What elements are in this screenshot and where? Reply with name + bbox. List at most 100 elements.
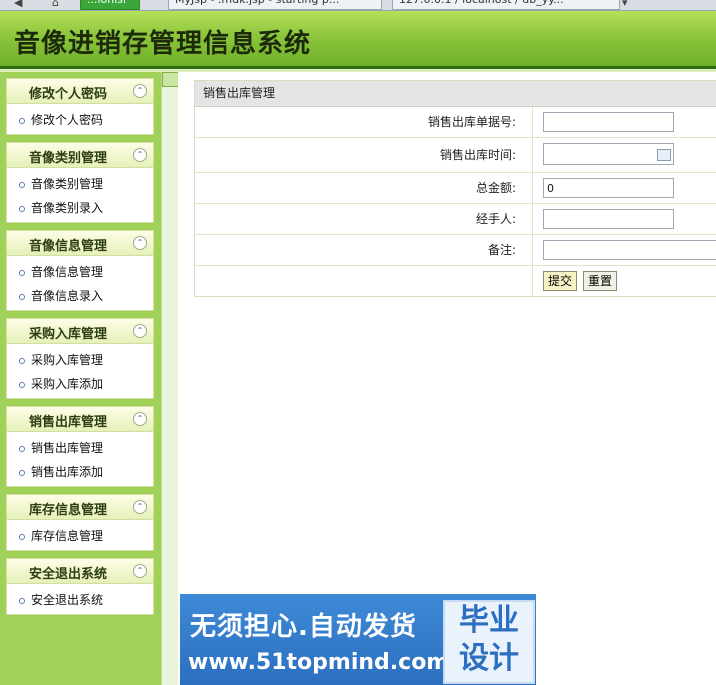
- sidebar-group-title: 音像信息管理: [28, 239, 107, 254]
- sidebar-item-label: 修改个人密码: [31, 113, 104, 127]
- bullet-icon: [19, 270, 25, 276]
- handler-input[interactable]: [543, 209, 674, 229]
- sidebar-item-media-manage[interactable]: 音像信息管理: [7, 260, 153, 284]
- collapse-icon[interactable]: ⌃: [133, 236, 147, 250]
- form-actions-row: 提交 重置: [195, 266, 716, 296]
- sidebar-item-purchase-add[interactable]: 采购入库添加: [7, 372, 153, 396]
- browser-tab[interactable]: MyJsp - .mdk.jsp - starting p...: [168, 0, 382, 10]
- total-amount-input[interactable]: [543, 178, 674, 198]
- sidebar-group-header[interactable]: 采购入库管理 ⌃: [6, 318, 154, 344]
- browser-tab-strip: ◀ ⌂ ...ionlsl MyJsp - .mdk.jsp - startin…: [0, 0, 716, 11]
- sidebar-group-stock: 库存信息管理 ⌃ 库存信息管理: [6, 494, 154, 551]
- sidebar-item-label: 库存信息管理: [31, 529, 104, 543]
- form-row: 总金额:: [195, 173, 716, 204]
- remark-input[interactable]: [543, 240, 716, 260]
- sidebar-item-sales-add[interactable]: 销售出库添加: [7, 460, 153, 484]
- collapse-icon[interactable]: ⌃: [133, 564, 147, 578]
- form-row: 经手人:: [195, 204, 716, 235]
- sidebar-group-password: 修改个人密码 ⌃ 修改个人密码: [6, 78, 154, 135]
- bullet-icon: [19, 470, 25, 476]
- sidebar-group-title: 销售出库管理: [28, 415, 107, 430]
- watermark-banner: 无须担心.自动发货 www.51topmind.com 毕业 设计: [180, 594, 536, 685]
- sidebar: 修改个人密码 ⌃ 修改个人密码 音像类别管理 ⌃ 音像类别管理 音像类别录入 音…: [0, 72, 161, 685]
- sidebar-splitter[interactable]: [161, 72, 179, 685]
- watermark-slogan: 无须担心.自动发货: [190, 612, 417, 642]
- sidebar-group-header[interactable]: 修改个人密码 ⌃: [6, 78, 154, 104]
- app-title: 音像进销存管理信息系统: [14, 29, 312, 59]
- sidebar-group-media-info: 音像信息管理 ⌃ 音像信息管理 音像信息录入: [6, 230, 154, 311]
- sidebar-item-label: 销售出库添加: [31, 465, 104, 479]
- sidebar-item-category-add[interactable]: 音像类别录入: [7, 196, 153, 220]
- collapse-icon[interactable]: ⌃: [133, 148, 147, 162]
- sidebar-item-purchase-manage[interactable]: 采购入库管理: [7, 348, 153, 372]
- sidebar-group-header[interactable]: 销售出库管理 ⌃: [6, 406, 154, 432]
- form-row: 备注:: [195, 235, 716, 266]
- actions-spacer: [195, 266, 533, 296]
- field-label: 销售出库单据号:: [195, 107, 533, 137]
- sales-form-panel: 销售出库管理 销售出库单据号: 销售出库时间: 总金额: 经手人:: [194, 80, 716, 297]
- sidebar-item-label: 采购入库添加: [31, 377, 104, 391]
- bullet-icon: [19, 534, 25, 540]
- reset-button[interactable]: 重置: [583, 271, 618, 291]
- sidebar-group-title: 音像类别管理: [28, 151, 107, 166]
- bullet-icon: [19, 118, 25, 124]
- field-label: 销售出库时间:: [195, 138, 533, 172]
- sidebar-item-label: 音像信息录入: [31, 289, 104, 303]
- sidebar-group-purchase: 采购入库管理 ⌃ 采购入库管理 采购入库添加: [6, 318, 154, 399]
- bullet-icon: [19, 358, 25, 364]
- field-label: 备注:: [195, 235, 533, 265]
- tab-list-icon[interactable]: ▾: [622, 0, 628, 9]
- sidebar-group-title: 修改个人密码: [28, 87, 107, 102]
- back-icon[interactable]: ◀: [14, 0, 22, 9]
- bullet-icon: [19, 598, 25, 604]
- watermark-badge: 毕业 设计: [443, 600, 535, 684]
- panel-title: 销售出库管理: [195, 81, 716, 107]
- form-row: 销售出库单据号:: [195, 107, 716, 138]
- sidebar-group-header[interactable]: 音像类别管理 ⌃: [6, 142, 154, 168]
- sidebar-group-title: 库存信息管理: [28, 503, 107, 518]
- field-label: 经手人:: [195, 204, 533, 234]
- form-row: 销售出库时间:: [195, 138, 716, 173]
- bullet-icon: [19, 446, 25, 452]
- sidebar-item-category-manage[interactable]: 音像类别管理: [7, 172, 153, 196]
- sidebar-group-header[interactable]: 库存信息管理 ⌃: [6, 494, 154, 520]
- watermark-badge-bottom: 设计: [459, 641, 519, 676]
- sidebar-group-title: 采购入库管理: [28, 327, 107, 342]
- sidebar-group-title: 安全退出系统: [28, 567, 107, 582]
- sidebar-item-label: 音像类别录入: [31, 201, 104, 215]
- collapse-icon[interactable]: ⌃: [133, 500, 147, 514]
- submit-button[interactable]: 提交: [543, 271, 578, 291]
- app-header: 音像进销存管理信息系统: [0, 11, 716, 66]
- bullet-icon: [19, 382, 25, 388]
- sales-time-input[interactable]: [543, 143, 674, 165]
- sidebar-item-sales-manage[interactable]: 销售出库管理: [7, 436, 153, 460]
- sidebar-item-stock-manage[interactable]: 库存信息管理: [7, 524, 153, 548]
- home-icon[interactable]: ⌂: [52, 0, 59, 9]
- sidebar-item-label: 采购入库管理: [31, 353, 104, 367]
- bullet-icon: [19, 182, 25, 188]
- sidebar-group-category: 音像类别管理 ⌃ 音像类别管理 音像类别录入: [6, 142, 154, 223]
- browser-tab[interactable]: ...ionlsl: [80, 0, 140, 10]
- sidebar-item-media-add[interactable]: 音像信息录入: [7, 284, 153, 308]
- sidebar-group-header[interactable]: 音像信息管理 ⌃: [6, 230, 154, 256]
- sidebar-item-label: 销售出库管理: [31, 441, 104, 455]
- bullet-icon: [19, 206, 25, 212]
- sidebar-group-header[interactable]: 安全退出系统 ⌃: [6, 558, 154, 584]
- watermark-badge-top: 毕业: [459, 603, 519, 638]
- order-number-input[interactable]: [543, 112, 674, 132]
- sidebar-group-sales: 销售出库管理 ⌃ 销售出库管理 销售出库添加: [6, 406, 154, 487]
- bullet-icon: [19, 294, 25, 300]
- collapse-icon[interactable]: ⌃: [133, 324, 147, 338]
- splitter-toggle[interactable]: [162, 72, 179, 87]
- sidebar-item-label: 音像信息管理: [31, 265, 104, 279]
- collapse-icon[interactable]: ⌃: [133, 84, 147, 98]
- sidebar-item-label: 安全退出系统: [31, 593, 104, 607]
- watermark-url: www.51topmind.com: [188, 650, 450, 675]
- calendar-icon[interactable]: [657, 149, 671, 161]
- collapse-icon[interactable]: ⌃: [133, 412, 147, 426]
- sidebar-item-change-password[interactable]: 修改个人密码: [7, 108, 153, 132]
- sidebar-item-logout[interactable]: 安全退出系统: [7, 588, 153, 612]
- field-label: 总金额:: [195, 173, 533, 203]
- browser-tab[interactable]: 127.0.0.1 / localhost / db_yy...: [392, 0, 620, 10]
- sidebar-group-logout: 安全退出系统 ⌃ 安全退出系统: [6, 558, 154, 615]
